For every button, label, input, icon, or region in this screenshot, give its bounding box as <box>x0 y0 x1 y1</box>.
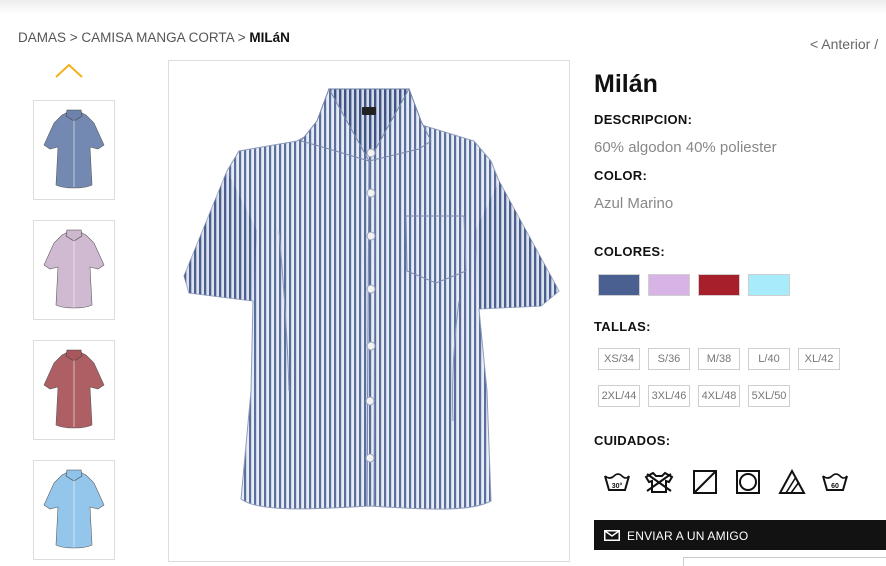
size-option[interactable]: 4XL/48 <box>698 385 740 407</box>
shirt-thumbnail-red[interactable] <box>33 340 115 440</box>
shirt-thumbnail-lilac[interactable] <box>33 220 115 320</box>
size-option[interactable]: 3XL/46 <box>648 385 690 407</box>
color-value: Azul Marino <box>594 195 674 212</box>
breadcrumb-separator: > <box>66 30 82 45</box>
shirt-thumbnail-navy[interactable] <box>33 100 115 200</box>
size-option[interactable]: L/40 <box>748 348 790 370</box>
previous-product-link[interactable]: < Anterior / <box>810 36 878 52</box>
sizes-label: TALLAS: <box>594 319 651 334</box>
color-swatch[interactable] <box>598 274 640 296</box>
thumbnails-scroll-up-icon[interactable] <box>54 62 84 80</box>
breadcrumb-separator: > <box>233 30 250 45</box>
color-label: COLOR: <box>594 168 648 183</box>
wash-60-icon: 60 <box>820 468 850 496</box>
color-swatch[interactable] <box>698 274 740 296</box>
tumble-dry-icon <box>690 468 720 496</box>
size-option[interactable]: XS/34 <box>598 348 640 370</box>
breadcrumb-damas[interactable]: DAMAS <box>18 30 66 45</box>
size-option[interactable]: M/38 <box>698 348 740 370</box>
svg-text:30°: 30° <box>612 482 623 490</box>
color-swatch[interactable] <box>648 274 690 296</box>
breadcrumb: DAMAS > CAMISA MANGA CORTA > MILáN <box>18 30 290 45</box>
colors-label: COLORES: <box>594 244 666 259</box>
top-bar <box>0 0 886 14</box>
bleach-allowed-icon <box>777 468 807 496</box>
no-chlorine-bleach-icon <box>644 468 674 496</box>
shirt-icon <box>43 349 105 429</box>
shirt-icon <box>43 469 105 549</box>
svg-text:60: 60 <box>831 483 839 490</box>
friend-form-input[interactable] <box>683 557 886 566</box>
care-label: CUIDADOS: <box>594 433 671 448</box>
wash-30-icon: 30° <box>602 468 632 496</box>
description-label: DESCRIPCION: <box>594 112 693 127</box>
shirt-icon <box>43 229 105 309</box>
size-option[interactable]: 2XL/44 <box>598 385 640 407</box>
send-to-friend-button[interactable]: ENVIAR A UN AMIGO <box>594 520 886 550</box>
size-option[interactable]: 5XL/50 <box>748 385 790 407</box>
breadcrumb-camisa-manga-corta[interactable]: CAMISA MANGA CORTA <box>81 30 234 45</box>
description-text: 60% algodon 40% poliester <box>594 139 777 156</box>
mail-icon <box>604 530 620 541</box>
shirt-icon <box>43 109 105 189</box>
product-title: Milán <box>594 70 658 98</box>
shirt-thumbnail-skyblue[interactable] <box>33 460 115 560</box>
send-to-friend-label: ENVIAR A UN AMIGO <box>627 529 749 543</box>
color-swatch[interactable] <box>748 274 790 296</box>
product-main-image <box>168 60 570 562</box>
breadcrumb-current: MILáN <box>249 30 290 45</box>
size-option[interactable]: S/36 <box>648 348 690 370</box>
size-option[interactable]: XL/42 <box>798 348 840 370</box>
dry-clean-icon <box>733 468 763 496</box>
